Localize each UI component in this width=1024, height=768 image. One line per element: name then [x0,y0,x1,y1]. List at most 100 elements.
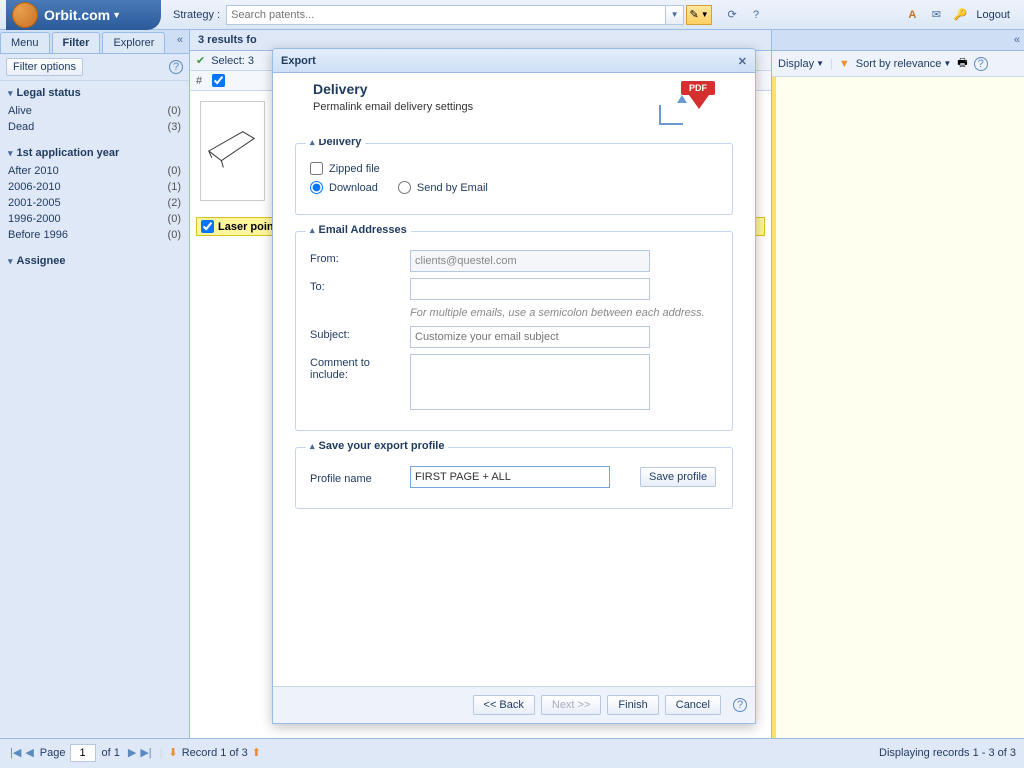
next-page-button[interactable]: ▶ [126,746,138,759]
font-button[interactable]: A [904,7,920,23]
caret-up-icon[interactable]: ▴ [310,139,315,148]
tab-menu[interactable]: Menu [0,32,50,53]
select-count-label[interactable]: Select: 3 [211,55,254,67]
display-menu[interactable]: Display ▼ [778,58,824,70]
caret-up-icon[interactable]: ▴ [310,441,315,452]
zipped-file-checkbox[interactable] [310,162,323,175]
to-input[interactable] [410,278,650,300]
sort-icon: ▼ [839,58,850,70]
chevron-down-icon: ▼ [816,59,824,68]
dialog-titlebar[interactable]: Export ✕ [273,49,755,73]
tab-filter[interactable]: Filter [52,32,101,53]
preview-body [772,77,1024,738]
chevron-left-icon: « [177,34,183,46]
preview-help-button[interactable]: ? [974,57,988,71]
filter-row[interactable]: 1996-2000(0) [8,211,181,227]
logo-icon [12,2,38,28]
filter-group-header[interactable]: ▾Assignee [8,255,181,267]
subject-label: Subject: [310,326,410,341]
dialog-help-button[interactable]: ? [733,698,747,712]
print-icon[interactable]: 🖶 [957,54,967,73]
top-bar: Orbit.com ▼ Strategy : ▼ ✎▼ ⟳ ? A ✉ 🔑 Lo… [0,0,1024,30]
page-input[interactable] [70,744,96,762]
search-input[interactable] [226,5,666,25]
chevron-down-icon: ▼ [701,10,709,19]
displaying-label: Displaying records 1 - 3 of 3 [879,747,1016,759]
help-icon: ? [978,58,984,70]
filter-toolbar: Filter options ? [0,54,189,81]
fieldset-legend: Email Addresses [319,224,407,236]
caret-down-icon: ▾ [8,88,13,99]
email-fieldset: ▴Email Addresses From: To: For multiple … [295,231,733,431]
pdf-badge: PDF [681,81,715,95]
send-email-radio[interactable] [398,181,411,194]
search-dropdown-button[interactable]: ▼ [666,5,684,25]
pdf-export-icon: PDF [659,81,715,125]
save-profile-button[interactable]: Save profile [640,467,716,487]
caret-down-icon: ▾ [8,256,13,267]
refresh-icon: ⟳ [727,8,736,21]
filter-row[interactable]: After 2010(0) [8,163,181,179]
arrow-up-icon[interactable]: ⬆ [252,746,261,759]
cancel-button[interactable]: Cancel [665,695,721,715]
send-email-label: Send by Email [417,182,488,194]
result-thumbnail[interactable] [200,101,265,201]
close-button[interactable]: ✕ [738,53,747,68]
delivery-fieldset: ▴Delivery Zipped file Download Send by E… [295,143,733,215]
logout-link[interactable]: Logout [976,9,1010,21]
filter-row[interactable]: Before 1996(0) [8,227,181,243]
filter-group-legal-status: ▾Legal status Alive(0) Dead(3) [0,81,189,141]
arrow-down-icon: ⬇ [169,746,178,759]
filter-help-button[interactable]: ? [169,60,183,74]
tab-explorer[interactable]: Explorer [102,32,165,53]
filter-group-header[interactable]: ▾1st application year [8,147,181,159]
back-button[interactable]: << Back [473,695,535,715]
collapse-sidebar-button[interactable]: « [171,30,189,53]
profile-name-input[interactable] [410,466,610,488]
from-label: From: [310,250,410,265]
search-tool-button[interactable]: ✎▼ [686,5,712,25]
profile-name-label: Profile name [310,470,410,485]
hash-column-header: # [196,75,202,87]
results-title: 3 results fo [198,34,257,46]
chevron-down-icon: ▼ [943,59,951,68]
preview-panel: « Display ▼ | ▼ Sort by relevance ▼ 🖶 ? [772,30,1024,738]
dialog-body: ▴Delivery Zipped file Download Send by E… [273,139,755,686]
close-icon: ✕ [738,56,747,68]
select-all-checkbox[interactable] [212,74,225,87]
filter-row[interactable]: Dead(3) [8,119,181,135]
filter-row[interactable]: 2001-2005(2) [8,195,181,211]
preview-collapse-bar[interactable]: « [772,30,1024,51]
result-checkbox[interactable] [201,220,214,233]
comment-textarea[interactable] [410,354,650,410]
logo[interactable]: Orbit.com ▼ [6,0,161,30]
refresh-button[interactable]: ⟳ [724,7,740,23]
filter-group-application-year: ▾1st application year After 2010(0) 2006… [0,141,189,249]
mail-button[interactable]: ✉ [928,7,944,23]
chevron-down-icon: ▼ [671,10,679,19]
last-page-button[interactable]: ▶| [138,746,153,759]
pagination-bar: |◀ ◀ Page of 1 ▶ ▶| | ⬇ Record 1 of 3 ⬆ … [0,738,1024,766]
sidebar-tabs: Menu Filter Explorer « [0,30,189,54]
fieldset-legend: Save your export profile [319,440,445,452]
filter-options-button[interactable]: Filter options [6,58,83,76]
subject-input[interactable] [410,326,650,348]
sort-menu[interactable]: Sort by relevance ▼ [856,58,952,70]
help-top-button[interactable]: ? [748,7,764,23]
filter-row[interactable]: 2006-2010(1) [8,179,181,195]
filter-group-assignee: ▾Assignee [0,249,189,277]
download-radio[interactable] [310,181,323,194]
from-input [410,250,650,272]
key-button[interactable]: 🔑 [952,7,968,23]
filter-group-header[interactable]: ▾Legal status [8,87,181,99]
prev-page-button[interactable]: ◀ [23,746,35,759]
finish-button[interactable]: Finish [607,695,658,715]
first-page-button[interactable]: |◀ [8,746,23,759]
fieldset-legend: Delivery [319,139,362,148]
filter-row[interactable]: Alive(0) [8,103,181,119]
check-icon: ✔ [196,54,205,67]
logo-dropdown-icon: ▼ [112,10,121,20]
download-label: Download [329,182,378,194]
caret-up-icon[interactable]: ▴ [310,225,315,236]
dialog-title: Export [281,55,316,67]
